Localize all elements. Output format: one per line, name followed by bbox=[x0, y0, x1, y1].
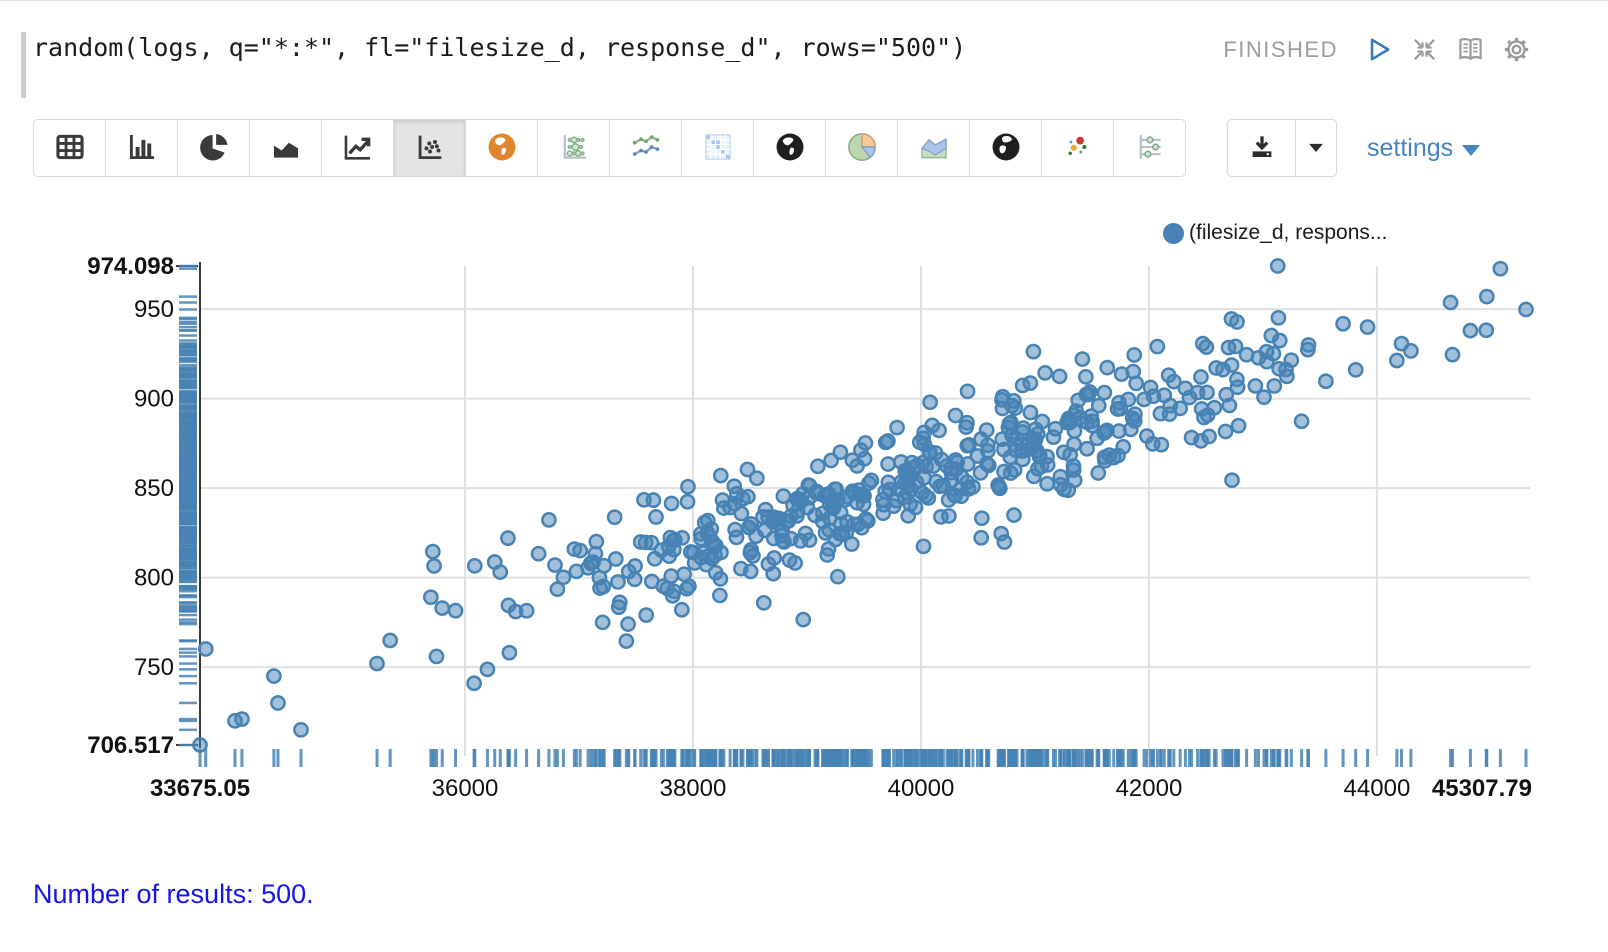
area-colored-icon bbox=[917, 130, 951, 167]
chart-type-scatter-colored-button[interactable] bbox=[1041, 119, 1114, 177]
scatter-plot: 974.098 950 900 850 800 750 706.517 33675.05 360… bbox=[0, 178, 1608, 818]
parallel-sliders-icon bbox=[1133, 130, 1167, 167]
chart-type-pie-colored-button[interactable] bbox=[825, 119, 898, 177]
code-line[interactable]: random(logs, q="*:*", fl="filesize_d, re… bbox=[33, 33, 966, 62]
chart-type-scatter-chart-button[interactable] bbox=[393, 119, 466, 177]
status-badge: FINISHED bbox=[1223, 37, 1338, 63]
chart-type-bar-chart-button[interactable] bbox=[105, 119, 178, 177]
compress-icon[interactable] bbox=[1409, 34, 1440, 65]
multi-line-icon bbox=[629, 130, 663, 167]
settings-label: settings bbox=[1367, 134, 1453, 163]
play-icon[interactable] bbox=[1363, 34, 1394, 65]
svg-text:40000: 40000 bbox=[888, 775, 955, 802]
chart-type-multi-line-button[interactable] bbox=[609, 119, 682, 177]
line-chart-icon bbox=[341, 130, 375, 167]
globe-black-icon bbox=[773, 130, 807, 167]
svg-text:42000: 42000 bbox=[1116, 775, 1183, 802]
svg-text:850: 850 bbox=[134, 475, 174, 502]
globe-orange-icon bbox=[485, 130, 519, 167]
chart-type-area-colored-button[interactable] bbox=[897, 119, 970, 177]
globe-black-2-icon bbox=[989, 130, 1023, 167]
svg-text:800: 800 bbox=[134, 565, 174, 592]
svg-text:33675.05: 33675.05 bbox=[150, 775, 250, 802]
chart-type-globe-black-2-button[interactable] bbox=[969, 119, 1042, 177]
download-icon bbox=[1247, 132, 1277, 165]
chart-type-bubble-matrix-button[interactable] bbox=[537, 119, 610, 177]
paragraph-controls: FINISHED bbox=[1223, 34, 1532, 65]
chart-type-parallel-sliders-button[interactable] bbox=[1113, 119, 1186, 177]
caret-down-icon bbox=[1301, 132, 1331, 165]
table-icon bbox=[53, 130, 87, 167]
pie-chart-icon bbox=[197, 130, 231, 167]
code-editor[interactable]: random(logs, q="*:*", fl="filesize_d, re… bbox=[0, 0, 1608, 119]
scatter-colored-icon bbox=[1061, 130, 1095, 167]
chart-type-globe-black-button[interactable] bbox=[753, 119, 826, 177]
gear-icon[interactable] bbox=[1501, 34, 1532, 65]
pie-colored-icon bbox=[845, 130, 879, 167]
svg-text:750: 750 bbox=[134, 654, 174, 681]
chart-type-pie-chart-button[interactable] bbox=[177, 119, 250, 177]
svg-text:45307.79: 45307.79 bbox=[1432, 775, 1532, 802]
chevron-down-icon bbox=[1462, 145, 1480, 156]
zeppelin-paragraph: random(logs, q="*:*", fl="filesize_d, re… bbox=[0, 0, 1608, 952]
chart-type-toolbar bbox=[33, 119, 1186, 177]
svg-text:974.098: 974.098 bbox=[87, 253, 174, 280]
chart-type-table-button[interactable] bbox=[33, 119, 106, 177]
svg-text:44000: 44000 bbox=[1344, 775, 1411, 802]
chart-type-heatmap-grid-button[interactable] bbox=[681, 119, 754, 177]
chart-type-globe-orange-button[interactable] bbox=[465, 119, 538, 177]
settings-toggle[interactable]: settings bbox=[1367, 119, 1480, 177]
legend[interactable]: (filesize_d, respons... bbox=[1163, 221, 1387, 245]
svg-text:900: 900 bbox=[134, 386, 174, 413]
svg-text:36000: 36000 bbox=[432, 775, 499, 802]
download-caret-button[interactable] bbox=[1295, 119, 1337, 177]
results-count: Number of results: 500. bbox=[33, 879, 1608, 910]
download-button[interactable] bbox=[1227, 119, 1296, 177]
legend-dot bbox=[1163, 223, 1184, 244]
chart-type-line-chart-button[interactable] bbox=[321, 119, 394, 177]
scatter-chart-icon bbox=[413, 130, 447, 167]
visualization-toolbar: settings bbox=[0, 119, 1608, 178]
heatmap-grid-icon bbox=[701, 130, 735, 167]
bar-chart-icon bbox=[125, 130, 159, 167]
svg-text:38000: 38000 bbox=[660, 775, 727, 802]
legend-label: (filesize_d, respons... bbox=[1189, 221, 1387, 245]
area-chart-icon bbox=[269, 130, 303, 167]
svg-text:950: 950 bbox=[134, 296, 174, 323]
bubble-matrix-icon bbox=[557, 130, 591, 167]
plot-canvas[interactable]: 974.098 950 900 850 800 750 706.517 33675.05 360… bbox=[0, 178, 1608, 818]
download-split-button bbox=[1227, 119, 1337, 177]
book-icon[interactable] bbox=[1455, 34, 1486, 65]
chart-type-area-chart-button[interactable] bbox=[249, 119, 322, 177]
editor-gutter bbox=[21, 32, 26, 98]
svg-text:706.517: 706.517 bbox=[87, 732, 174, 759]
